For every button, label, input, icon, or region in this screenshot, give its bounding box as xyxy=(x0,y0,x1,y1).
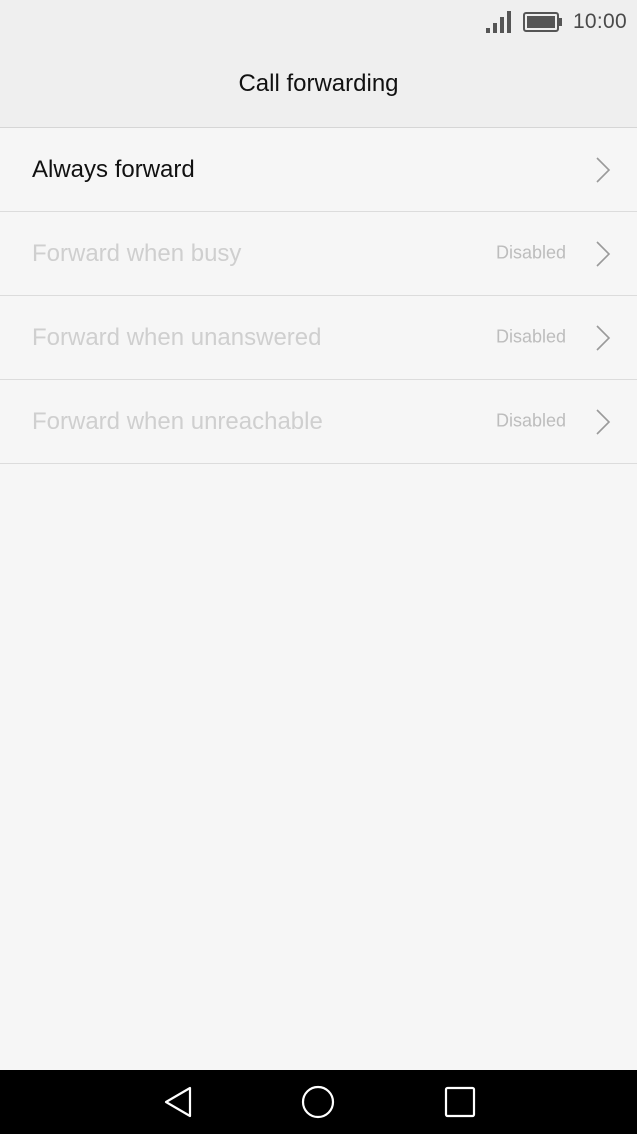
page-title: Call forwarding xyxy=(238,69,399,97)
list-item-forward-when-busy[interactable]: Forward when busy Disabled xyxy=(0,212,637,296)
navigation-bar xyxy=(0,1070,637,1134)
list-item-forward-when-unanswered[interactable]: Forward when unanswered Disabled xyxy=(0,296,637,380)
list-item-label: Forward when unanswered xyxy=(32,323,322,351)
battery-icon xyxy=(522,12,562,32)
list-item-label: Always forward xyxy=(32,155,195,183)
status-clock: 10:00 xyxy=(572,10,627,33)
settings-list: Always forward Forward when busy Disable… xyxy=(0,128,637,464)
list-item-always-forward[interactable]: Always forward xyxy=(0,128,637,212)
list-item-forward-when-unreachable[interactable]: Forward when unreachable Disabled xyxy=(0,380,637,464)
chevron-right-icon xyxy=(596,408,611,435)
chevron-right-icon xyxy=(596,156,611,183)
list-item-status: Disabled xyxy=(495,325,566,346)
status-icons: 10:00 xyxy=(485,8,627,36)
chevron-right-icon xyxy=(596,324,611,351)
home-icon[interactable] xyxy=(300,1084,336,1120)
screen: 10:00 Call forwarding Always forward For… xyxy=(0,0,637,1134)
status-bar: 10:00 xyxy=(0,0,637,44)
list-item-status: Disabled xyxy=(495,241,566,262)
chevron-right-icon xyxy=(596,240,611,267)
signal-icon xyxy=(485,11,511,33)
title-bar: Call forwarding xyxy=(0,44,637,128)
back-icon[interactable] xyxy=(160,1084,196,1120)
list-item-label: Forward when busy xyxy=(32,239,242,267)
recents-icon[interactable] xyxy=(442,1084,478,1120)
list-item-label: Forward when unreachable xyxy=(32,407,323,435)
list-item-status: Disabled xyxy=(495,409,566,430)
